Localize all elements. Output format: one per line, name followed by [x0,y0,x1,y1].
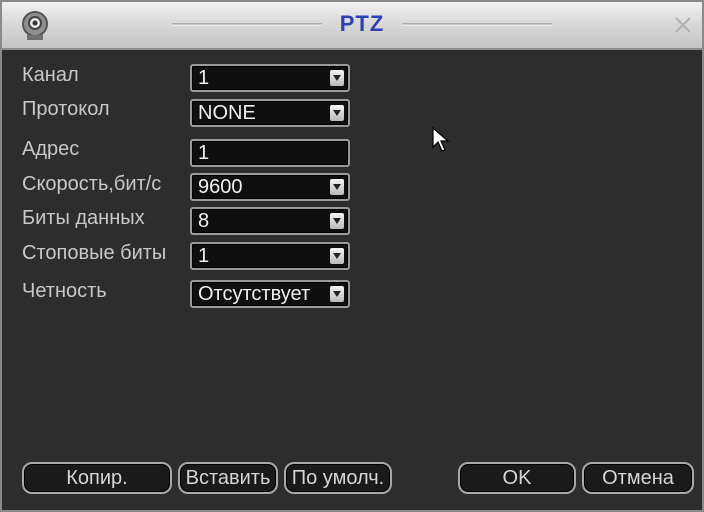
data-bits-value: 8 [198,210,210,232]
copy-button[interactable]: Копир. [22,462,172,494]
triangle-down-icon[interactable] [330,70,344,86]
data-bits-select[interactable]: 8 [190,207,350,235]
stop-bits-select[interactable]: 1 [190,242,350,270]
title-decor-right [402,23,552,26]
title-decor-left [172,23,322,26]
camera-icon [22,11,48,40]
triangle-down-icon[interactable] [330,213,344,229]
close-icon[interactable] [672,14,694,36]
address-value: 1 [198,142,210,164]
paste-button[interactable]: Вставить [178,462,278,494]
baud-rate-value: 9600 [198,176,243,198]
cancel-button[interactable]: Отмена [582,462,694,494]
triangle-down-icon[interactable] [330,286,344,302]
parity-value: Отсутствует [198,283,311,305]
address-label: Адрес [22,138,80,160]
parity-select[interactable]: Отсутствует [190,280,350,308]
protocol-select[interactable]: NONE [190,99,350,127]
triangle-down-icon[interactable] [330,105,344,121]
default-button[interactable]: По умолч. [284,462,392,494]
triangle-down-icon[interactable] [330,179,344,195]
stop-bits-value: 1 [198,245,210,267]
triangle-down-icon[interactable] [330,248,344,264]
ptz-settings-window: PTZ Канал 1 Протокол NONE Адрес 1 Скорос… [0,0,704,512]
data-bits-label: Биты данных [22,207,145,229]
parity-label: Четность [22,280,107,302]
channel-value: 1 [198,67,210,89]
baud-rate-select[interactable]: 9600 [190,173,350,201]
protocol-value: NONE [198,102,256,124]
stop-bits-label: Стоповые биты [22,242,167,264]
ok-button[interactable]: OK [458,462,576,494]
title-bar[interactable]: PTZ [2,2,702,50]
channel-label: Канал [22,64,79,86]
baud-rate-label: Скорость,бит/с [22,173,162,195]
protocol-label: Протокол [22,98,110,120]
channel-select[interactable]: 1 [190,64,350,92]
address-input[interactable]: 1 [190,139,350,167]
mouse-pointer-icon [432,127,450,152]
